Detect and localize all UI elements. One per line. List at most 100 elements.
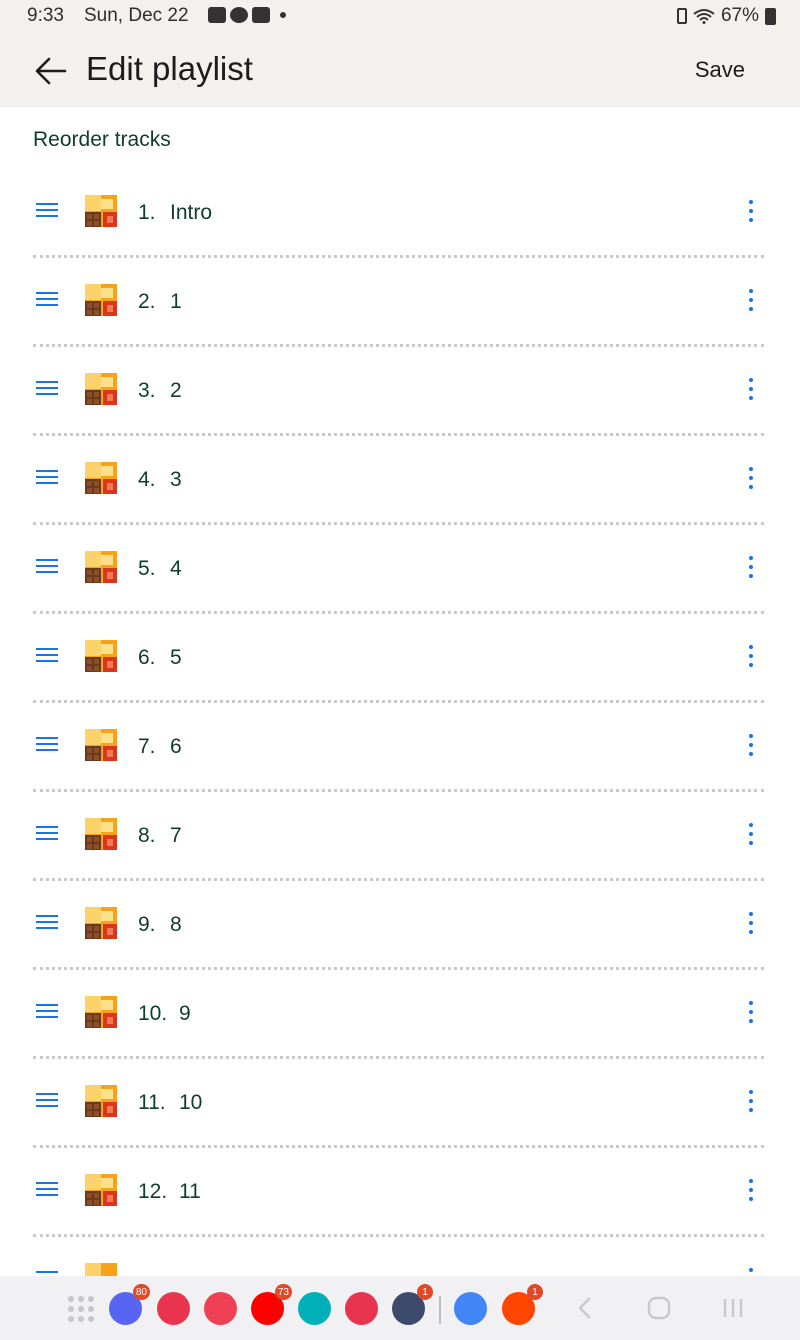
drag-handle-icon[interactable] <box>36 648 58 664</box>
track-row[interactable]: 5. 4 <box>0 525 800 614</box>
docs-icon[interactable] <box>454 1292 487 1325</box>
track-row[interactable]: 12. 11 <box>0 1148 800 1237</box>
save-button[interactable]: Save <box>695 57 745 83</box>
track-thumbnail <box>85 907 117 939</box>
more-options-icon[interactable] <box>742 909 760 937</box>
dock-divider <box>439 1296 441 1324</box>
drag-handle-icon[interactable] <box>36 1093 58 1109</box>
track-name: 4 <box>170 557 182 580</box>
page-title: Edit playlist <box>86 50 253 87</box>
taskbar: 80 73 1 1 <box>0 1276 800 1340</box>
battery-percent: 67% <box>720 5 759 26</box>
more-options-icon[interactable] <box>742 1176 760 1204</box>
notification-badge: 1 <box>417 1284 433 1300</box>
track-name: 8 <box>170 913 182 936</box>
track-number: 1. <box>138 201 156 224</box>
track-row[interactable]: 3. 2 <box>0 347 800 436</box>
drag-handle-icon[interactable] <box>36 292 58 308</box>
track-row[interactable]: 10. 9 <box>0 970 800 1059</box>
drag-handle-icon[interactable] <box>36 470 58 486</box>
notification-badge: 73 <box>274 1284 292 1300</box>
track-row[interactable]: 2. 1 <box>0 258 800 347</box>
track-number: 3. <box>138 379 156 402</box>
battery-icon <box>765 7 776 25</box>
nav-recents-icon[interactable] <box>721 1294 745 1322</box>
section-title: Reorder tracks <box>33 128 171 151</box>
drag-handle-icon[interactable] <box>36 915 58 931</box>
track-thumbnail <box>85 373 117 405</box>
reddit-notification-icon <box>230 7 248 23</box>
track-row[interactable]: 1. Intro <box>0 169 800 258</box>
youtube-notification-icon <box>252 7 270 23</box>
track-thumbnail <box>85 640 117 672</box>
more-options-icon[interactable] <box>742 642 760 670</box>
more-options-icon[interactable] <box>742 553 760 581</box>
reddit-icon[interactable]: 1 <box>502 1284 543 1325</box>
status-time: 9:33 <box>27 5 64 26</box>
camera-app-icon[interactable] <box>345 1292 378 1325</box>
status-date: Sun, Dec 22 <box>84 5 189 26</box>
track-thumbnail <box>85 195 117 227</box>
track-thumbnail <box>85 551 117 583</box>
app-drawer-icon[interactable] <box>68 1296 94 1322</box>
track-thumbnail <box>85 462 117 494</box>
more-options-icon[interactable] <box>742 998 760 1026</box>
track-name: 11 <box>179 1180 201 1203</box>
track-number: 4. <box>138 468 156 491</box>
pocket-icon[interactable] <box>204 1292 237 1325</box>
more-options-icon[interactable] <box>742 286 760 314</box>
nav-home-icon[interactable] <box>646 1294 672 1322</box>
track-row[interactable]: 11. 10 <box>0 1059 800 1148</box>
back-arrow-icon[interactable] <box>34 54 68 88</box>
nav-back-icon[interactable] <box>575 1294 595 1322</box>
more-options-icon[interactable] <box>742 731 760 759</box>
drag-handle-icon[interactable] <box>36 1182 58 1198</box>
app-bar: Edit playlist Save <box>0 34 800 107</box>
track-name: 7 <box>170 824 182 847</box>
track-row[interactable]: 8. 7 <box>0 792 800 881</box>
track-number: 11. <box>138 1091 166 1114</box>
more-options-icon[interactable] <box>742 820 760 848</box>
more-options-icon[interactable] <box>742 1087 760 1115</box>
drag-handle-icon[interactable] <box>36 1004 58 1020</box>
status-bar: 9:33 Sun, Dec 22 67% <box>0 0 800 34</box>
battery-saver-icon <box>676 8 687 24</box>
track-number: 12. <box>138 1180 168 1203</box>
track-thumbnail <box>85 818 117 850</box>
discord-icon[interactable]: 80 <box>109 1284 150 1325</box>
track-number: 7. <box>138 735 156 758</box>
drag-handle-icon[interactable] <box>36 381 58 397</box>
more-options-icon[interactable] <box>742 464 760 492</box>
track-row[interactable]: 4. 3 <box>0 436 800 525</box>
track-name: 6 <box>170 735 182 758</box>
track-thumbnail <box>85 729 117 761</box>
partial-track-row <box>0 1237 800 1277</box>
track-number: 10. <box>138 1002 168 1025</box>
track-row[interactable]: 7. 6 <box>0 703 800 792</box>
more-options-icon[interactable] <box>742 375 760 403</box>
track-row[interactable]: 9. 8 <box>0 881 800 970</box>
drag-handle-icon[interactable] <box>36 559 58 575</box>
app-icon[interactable] <box>157 1292 190 1325</box>
fitbit-icon[interactable] <box>298 1292 331 1325</box>
settings-icon[interactable]: 1 <box>392 1284 433 1325</box>
wifi-icon <box>693 9 715 24</box>
more-options-icon[interactable] <box>742 197 760 225</box>
youtube-icon[interactable]: 73 <box>251 1284 292 1325</box>
track-number: 9. <box>138 913 156 936</box>
track-thumbnail <box>85 1085 117 1117</box>
notification-badge: 1 <box>527 1284 543 1300</box>
drag-handle-icon[interactable] <box>36 203 58 219</box>
more-notifications-icon <box>280 12 286 18</box>
track-thumbnail <box>85 1263 117 1277</box>
track-name: Intro <box>170 201 213 224</box>
notification-badge: 80 <box>132 1284 150 1300</box>
track-name: 1 <box>170 290 182 313</box>
track-row[interactable]: 6. 5 <box>0 614 800 703</box>
track-number: 8. <box>138 824 156 847</box>
track-name: 10 <box>179 1091 203 1114</box>
track-name: 5 <box>170 646 182 669</box>
status-right: 67% <box>676 5 776 27</box>
drag-handle-icon[interactable] <box>36 826 58 842</box>
drag-handle-icon[interactable] <box>36 737 58 753</box>
